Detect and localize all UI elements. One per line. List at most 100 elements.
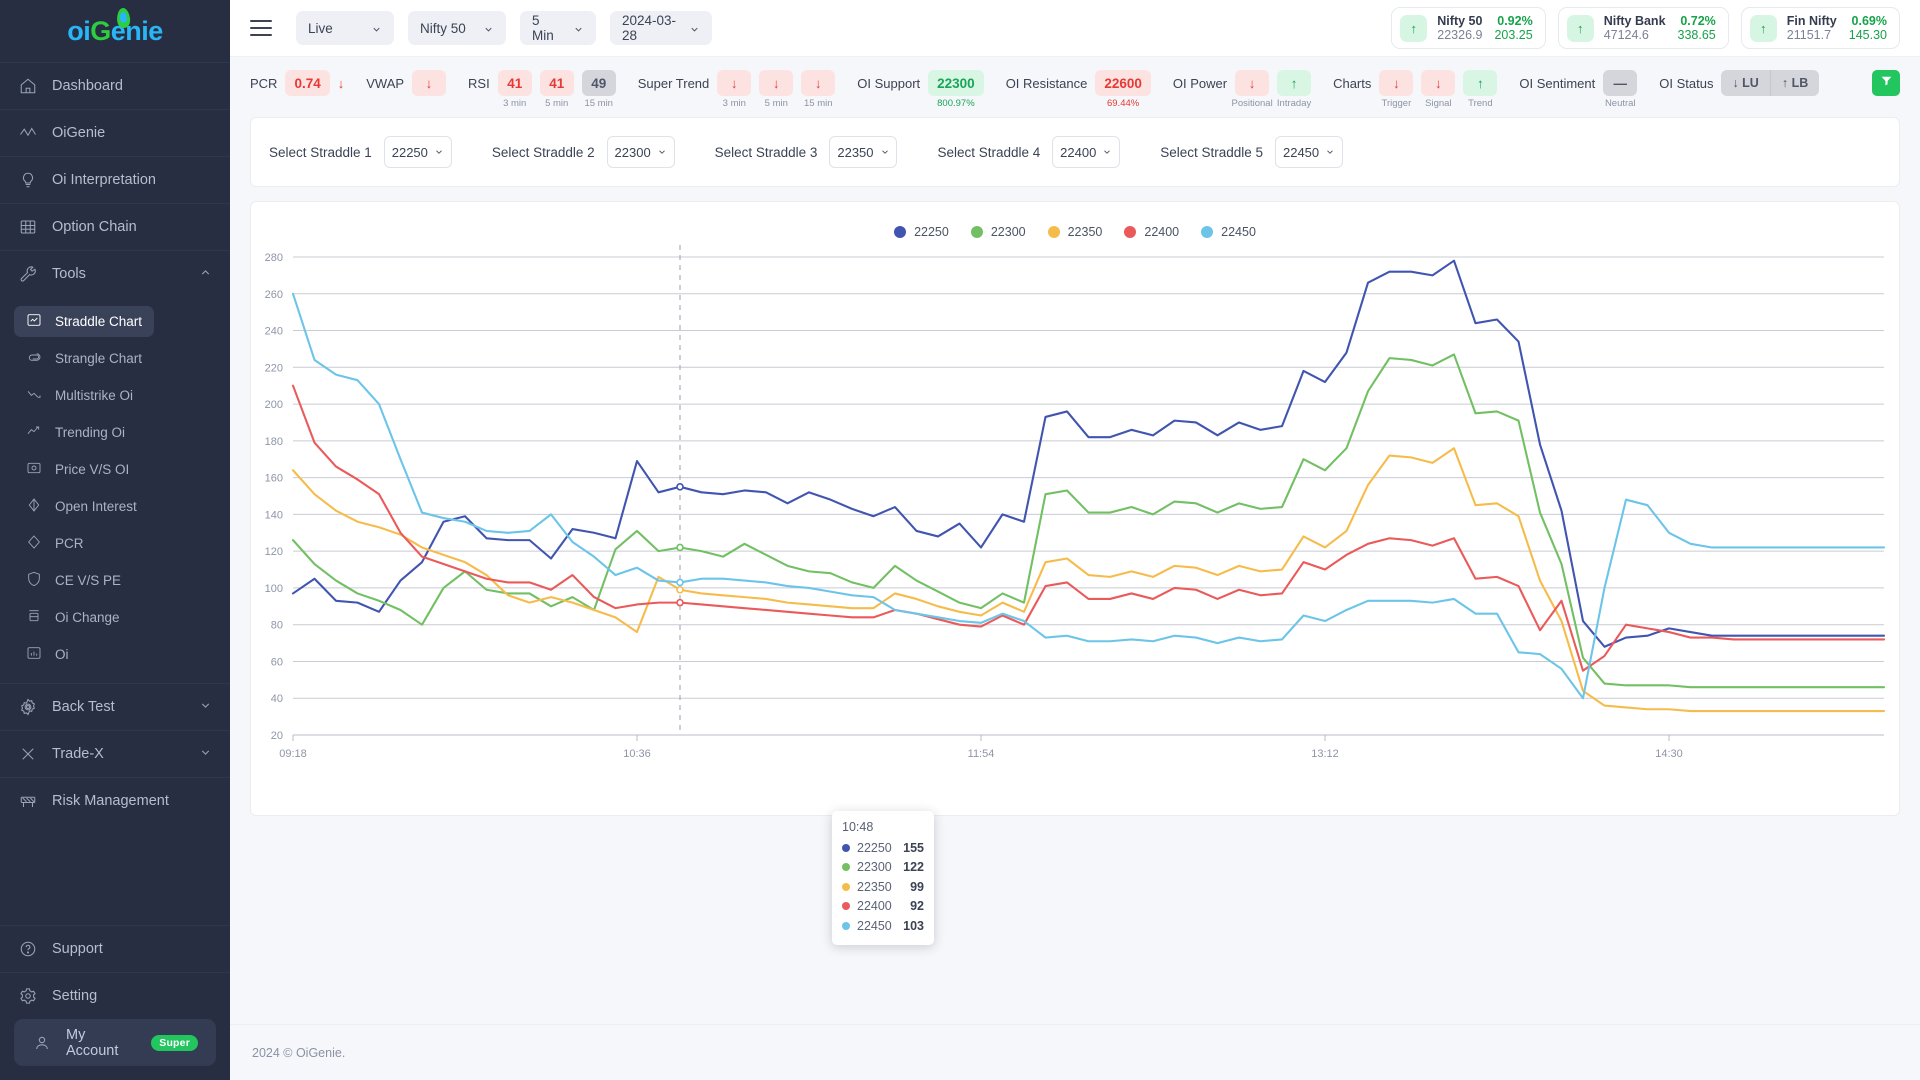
- sidebar-item-risk-management[interactable]: Risk Management: [0, 777, 230, 824]
- sidebar-item-support[interactable]: Support: [0, 925, 230, 972]
- chart-plot-area[interactable]: 2802602402202001801601401201008060402009…: [251, 239, 1899, 779]
- legend-item-22300[interactable]: 22300: [971, 225, 1026, 239]
- straddle-3-select[interactable]: 22350: [829, 136, 897, 168]
- index-price: 47124.6: [1604, 28, 1666, 42]
- timeframe-select[interactable]: 5 Min: [520, 11, 596, 45]
- indicator-vwap: VWAP ↓: [366, 70, 446, 96]
- brand-logo[interactable]: oiGenie: [0, 0, 230, 62]
- svg-text:20: 20: [271, 730, 283, 742]
- sidebar-item-open-interest[interactable]: Open Interest: [14, 491, 149, 522]
- super-trend-caption: 5 min: [765, 98, 788, 109]
- chevron-down-icon: [573, 23, 584, 34]
- footer-text: 2024 © OiGenie.: [252, 1046, 345, 1060]
- straddle-chart-card: 22250 22300 22350 22400 22450 28026024022020…: [250, 201, 1900, 816]
- sidebar-item-multistrike-oi[interactable]: Multistrike Oi: [14, 380, 145, 411]
- index-price: 21151.7: [1787, 28, 1837, 42]
- sidebar-item-pcr[interactable]: PCR: [14, 528, 96, 559]
- sidebar-label-oigenie: OiGenie: [52, 125, 105, 141]
- down-arrow-icon: ↓: [338, 76, 345, 91]
- sidebar-label-price-vs-oi: Price V/S OI: [55, 462, 129, 477]
- topbar: Live Nifty 50 5 Min 2024-03-28 ↑ Nifty 5…: [230, 0, 1920, 57]
- up-arrow-icon: ↑: [1567, 15, 1594, 42]
- index-card-nifty-50[interactable]: ↑ Nifty 50 0.92% 22326.9 203.25: [1391, 7, 1545, 49]
- timeframe-select-value: 5 Min: [532, 13, 563, 43]
- sidebar-item-oi[interactable]: Oi: [14, 639, 81, 670]
- symbol-select[interactable]: Nifty 50: [408, 11, 506, 45]
- straddle-5: Select Straddle 5 22450: [1160, 136, 1343, 168]
- filter-icon: [1880, 74, 1893, 92]
- sidebar-item-oigenie[interactable]: OiGenie: [0, 109, 230, 156]
- legend-item-22400[interactable]: 22400: [1124, 225, 1179, 239]
- pcr-value: 0.74: [285, 70, 329, 96]
- charts-caption: Trend: [1468, 98, 1492, 109]
- oi-power-caption: Intraday: [1277, 98, 1311, 109]
- hamburger-icon[interactable]: [250, 20, 272, 36]
- sidebar-group-tools[interactable]: Tools: [0, 250, 230, 297]
- straddle-2-select[interactable]: 22300: [607, 136, 675, 168]
- user-icon: [32, 1033, 52, 1053]
- oi-support-value-wrap: 22300 800.97%: [928, 70, 984, 96]
- tooltip-series-value: 92: [910, 899, 924, 913]
- tooltip-rows: 22250155223001222235099224009222450103: [842, 838, 924, 936]
- index-change: 338.65: [1678, 28, 1716, 42]
- indicator-label: RSI: [468, 76, 490, 91]
- filter-button[interactable]: [1872, 70, 1900, 96]
- oi-change-icon: [26, 608, 42, 627]
- index-card-fin-nifty[interactable]: ↑ Fin Nifty 0.69% 21151.7 145.30: [1741, 7, 1900, 49]
- super-trend-5min: ↓ 5 min: [759, 70, 793, 96]
- straddle-5-value: 22450: [1283, 145, 1319, 160]
- indicator-label: Super Trend: [638, 76, 710, 91]
- sidebar-item-straddle-chart[interactable]: Straddle Chart: [14, 306, 154, 337]
- indicator-oi-resistance: OI Resistance 22600 69.44%: [1006, 70, 1151, 96]
- straddle-5-select[interactable]: 22450: [1275, 136, 1343, 168]
- indicator-strip: PCR 0.74 ↓ VWAP ↓ RSI 41 3 min 41 5 min: [230, 57, 1920, 109]
- bar-chart-icon: [26, 645, 42, 664]
- oi-status-lu-button[interactable]: ↓ LU: [1721, 70, 1769, 96]
- sidebar-item-strangle-chart[interactable]: Strangle Chart: [14, 343, 154, 374]
- sidebar-label-multistrike-oi: Multistrike Oi: [55, 388, 133, 403]
- tooltip-color-dot: [842, 902, 850, 910]
- svg-text:09:18: 09:18: [279, 748, 307, 760]
- super-trend-caption: 3 min: [723, 98, 746, 109]
- sidebar-group-back-test[interactable]: Back Test: [0, 683, 230, 730]
- sidebar-group-trade-x[interactable]: Trade-X: [0, 730, 230, 777]
- pcr-icon: [26, 534, 42, 553]
- indicator-label: VWAP: [366, 76, 404, 91]
- sidebar-item-option-chain[interactable]: Option Chain: [0, 203, 230, 250]
- up-arrow-icon: ↑: [1750, 15, 1777, 42]
- indicator-label: Charts: [1333, 76, 1371, 91]
- legend-item-22250[interactable]: 22250: [894, 225, 949, 239]
- gear-icon: [18, 986, 38, 1006]
- straddle-selector-card: Select Straddle 1 22250 Select Straddle …: [250, 117, 1900, 187]
- mode-select[interactable]: Live: [296, 11, 394, 45]
- straddle-1-select[interactable]: 22250: [384, 136, 452, 168]
- index-percent: 0.92%: [1494, 14, 1532, 28]
- svg-text:240: 240: [265, 326, 283, 338]
- legend-color-dot: [894, 226, 906, 238]
- main-content: Live Nifty 50 5 Min 2024-03-28 ↑ Nifty 5…: [230, 0, 1920, 1080]
- sidebar-item-trending-oi[interactable]: Trending Oi: [14, 417, 137, 448]
- index-card-nifty-bank[interactable]: ↑ Nifty Bank 0.72% 47124.6 338.65: [1558, 7, 1729, 49]
- sidebar-label-trending-oi: Trending Oi: [55, 425, 125, 440]
- sidebar-item-dashboard[interactable]: Dashboard: [0, 62, 230, 109]
- legend-label: 22350: [1068, 225, 1103, 239]
- straddle-2-value: 22300: [615, 145, 651, 160]
- legend-item-22350[interactable]: 22350: [1048, 225, 1103, 239]
- straddle-4-value: 22400: [1060, 145, 1096, 160]
- sidebar-item-ce-vs-pe[interactable]: CE V/S PE: [14, 565, 133, 596]
- date-select[interactable]: 2024-03-28: [610, 11, 712, 45]
- oi-status-lb-button[interactable]: ↑ LB: [1770, 70, 1819, 96]
- sidebar-item-my-account[interactable]: My Account Super: [14, 1019, 216, 1066]
- straddle-4-select[interactable]: 22400: [1052, 136, 1120, 168]
- super-trend-arrow: ↓: [717, 70, 751, 96]
- sidebar-item-oi-interpretation[interactable]: Oi Interpretation: [0, 156, 230, 203]
- straddle-3: Select Straddle 3 22350: [715, 136, 898, 168]
- sidebar-item-oi-change[interactable]: Oi Change: [14, 602, 132, 633]
- indicator-oi-support: OI Support 22300 800.97%: [857, 70, 983, 96]
- straddle-2: Select Straddle 2 22300: [492, 136, 675, 168]
- sidebar-item-price-vs-oi[interactable]: Price V/S OI: [14, 454, 141, 485]
- legend-item-22450[interactable]: 22450: [1201, 225, 1256, 239]
- up-arrow-icon: ↑: [1400, 15, 1427, 42]
- sidebar-item-setting[interactable]: Setting: [0, 972, 230, 1019]
- brand-g: G: [90, 16, 111, 46]
